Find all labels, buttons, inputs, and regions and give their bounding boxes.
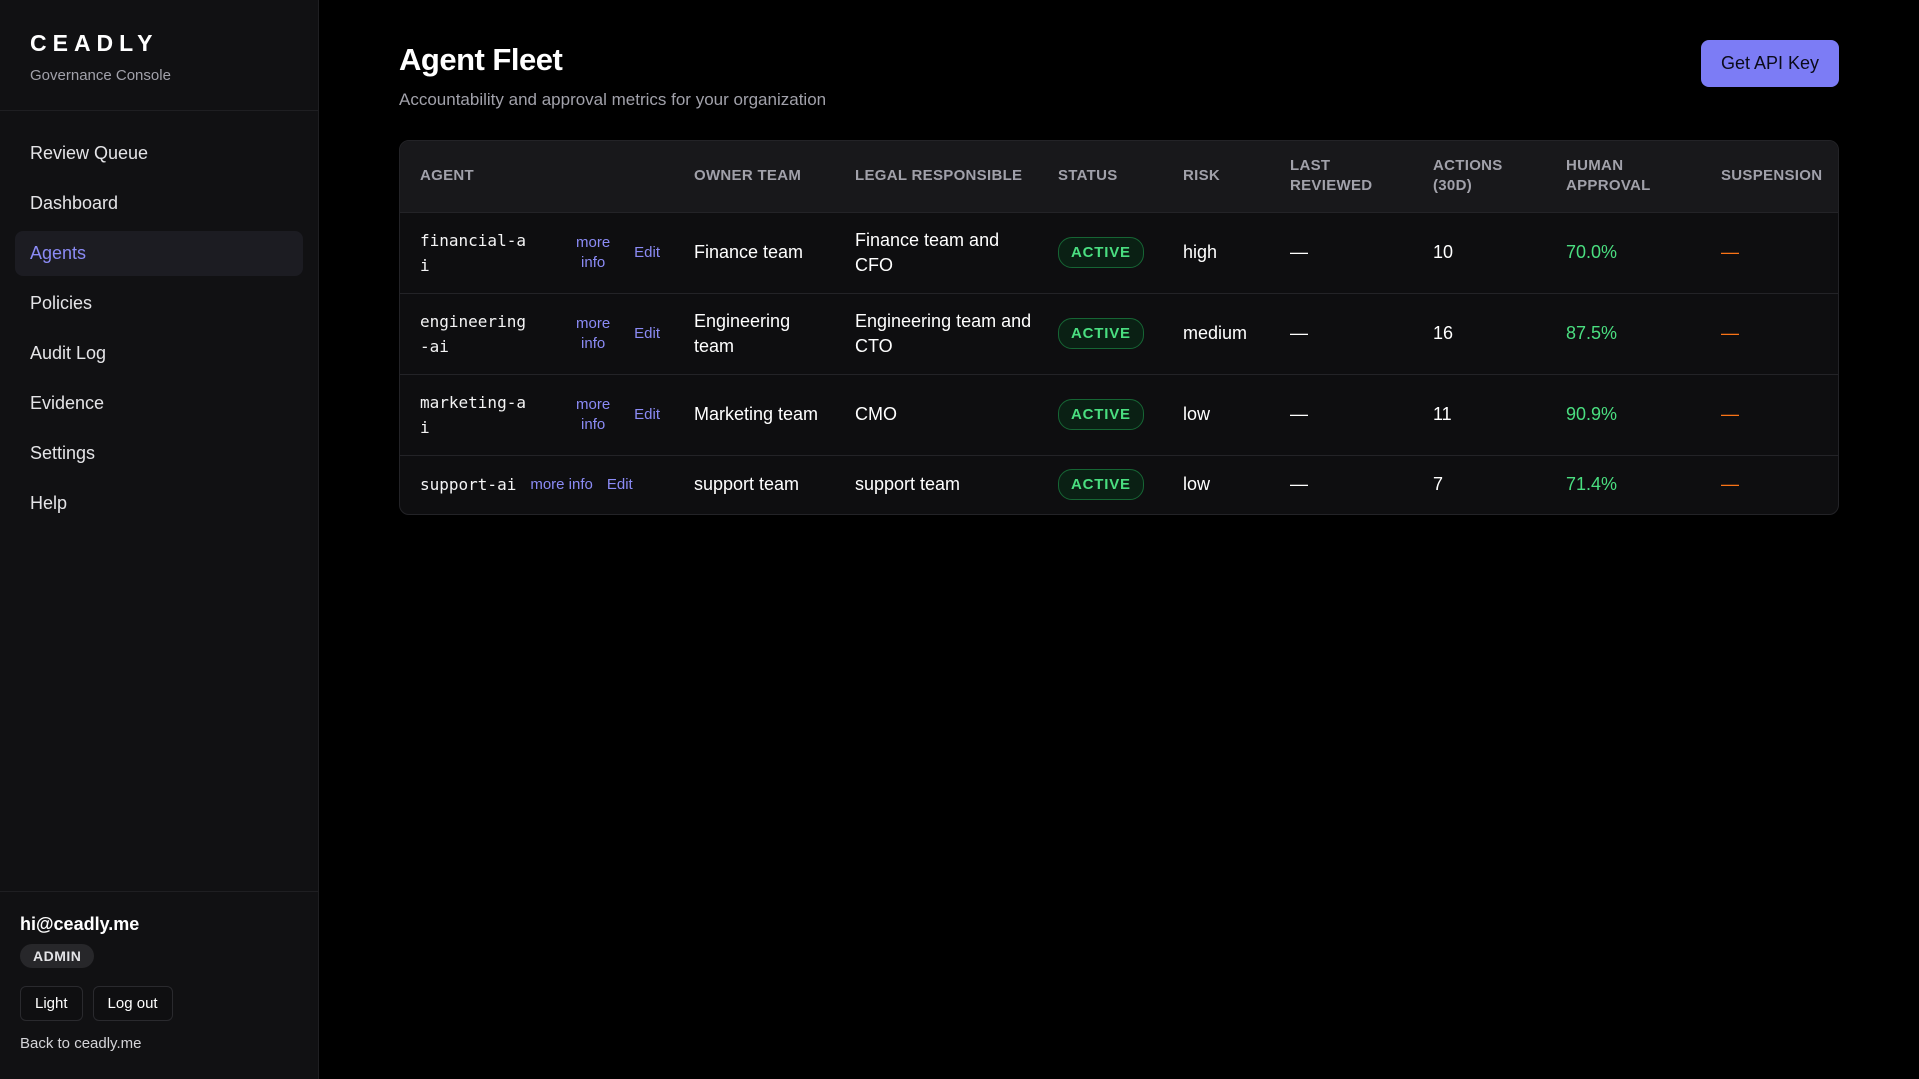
status-cell: ACTIVE (1038, 212, 1163, 293)
last-reviewed-cell: — (1290, 474, 1308, 495)
sidebar-nav: Review Queue Dashboard Agents Policies A… (0, 111, 318, 546)
agent-cell: marketing-ai more info Edit (400, 374, 674, 455)
agents-table-card: AGENT OWNER TEAM LEGAL RESPONSIBLE STATU… (399, 140, 1839, 515)
user-panel: hi@ceadly.me ADMIN Light Log out Back to… (0, 891, 318, 1079)
table-row: support-ai more info Edit support team s… (400, 455, 1838, 514)
sidebar-item-audit-log[interactable]: Audit Log (15, 331, 303, 376)
page-heading: Agent Fleet Accountability and approval … (399, 40, 826, 110)
human-approval-cell: 87.5% (1566, 323, 1618, 343)
suspension-cell: — (1721, 474, 1739, 495)
main-content: Agent Fleet Accountability and approval … (319, 0, 1919, 1079)
column-header-suspension[interactable]: SUSPENSION (1701, 141, 1838, 212)
legal-responsible-cell: Finance team and CFO (855, 229, 1000, 275)
column-header-status[interactable]: STATUS (1038, 141, 1163, 212)
table-row: financial-ai more info Edit Finance team… (400, 212, 1838, 293)
agents-table: AGENT OWNER TEAM LEGAL RESPONSIBLE STATU… (400, 141, 1838, 514)
more-info-link[interactable]: more info (530, 475, 593, 495)
status-cell: ACTIVE (1038, 455, 1163, 514)
agent-name: marketing-ai (420, 392, 526, 437)
user-email: hi@ceadly.me (20, 914, 140, 934)
brand: CEADLY Governance Console (0, 0, 318, 111)
owner-team-cell: Finance team (694, 242, 804, 262)
column-header-human-approval[interactable]: HUMAN APPROVAL (1546, 141, 1701, 212)
owner-team-cell: support team (694, 474, 800, 495)
column-header-legal-responsible[interactable]: LEGAL RESPONSIBLE (835, 141, 1038, 212)
back-to-site-link[interactable]: Back to ceadly.me (20, 1035, 298, 1052)
legal-responsible-cell: CMO (855, 404, 897, 424)
get-api-key-button[interactable]: Get API Key (1700, 40, 1839, 87)
sidebar-item-dashboard[interactable]: Dashboard (15, 181, 303, 226)
risk-cell: low (1183, 474, 1211, 495)
column-header-actions[interactable]: ACTIONS (30D) (1413, 141, 1546, 212)
last-reviewed-cell: — (1290, 323, 1308, 343)
user-actions: Light Log out (20, 986, 298, 1021)
sidebar-item-evidence[interactable]: Evidence (15, 381, 303, 426)
column-header-owner-team[interactable]: OWNER TEAM (674, 141, 835, 212)
logout-button[interactable]: Log out (92, 986, 173, 1021)
status-badge: ACTIVE (1058, 237, 1144, 268)
status-cell: ACTIVE (1038, 374, 1163, 455)
suspension-cell: — (1721, 323, 1739, 343)
human-approval-cell: 70.0% (1566, 242, 1618, 262)
column-header-risk[interactable]: RISK (1163, 141, 1270, 212)
risk-cell: low (1183, 404, 1211, 424)
risk-cell: medium (1183, 323, 1248, 343)
last-reviewed-cell: — (1290, 242, 1308, 262)
agent-name: engineering-ai (420, 311, 526, 356)
agent-cell: financial-ai more info Edit (400, 212, 674, 293)
table-row: marketing-ai more info Edit Marketing te… (400, 374, 1838, 455)
status-badge: ACTIVE (1058, 399, 1144, 430)
edit-link[interactable]: Edit (634, 324, 660, 344)
sidebar: CEADLY Governance Console Review Queue D… (0, 0, 319, 1079)
owner-team-cell: Engineering team (694, 310, 791, 356)
actions-cell: 7 (1433, 474, 1444, 495)
agent-name: financial-ai (420, 230, 526, 275)
sidebar-item-policies[interactable]: Policies (15, 281, 303, 326)
legal-responsible-cell: Engineering team and CTO (855, 310, 1032, 356)
table-row: engineering-ai more info Edit Engineerin… (400, 293, 1838, 374)
risk-cell: high (1183, 242, 1218, 262)
table-header-row: AGENT OWNER TEAM LEGAL RESPONSIBLE STATU… (400, 141, 1838, 212)
edit-link[interactable]: Edit (634, 405, 660, 425)
sidebar-item-settings[interactable]: Settings (15, 431, 303, 476)
brand-logo: CEADLY (30, 30, 159, 56)
legal-responsible-cell: support team (855, 474, 961, 495)
theme-toggle-button[interactable]: Light (20, 986, 83, 1021)
status-badge: ACTIVE (1058, 318, 1144, 349)
last-reviewed-cell: — (1290, 404, 1308, 424)
status-badge: ACTIVE (1058, 469, 1144, 501)
more-info-link[interactable]: more info (572, 233, 614, 273)
sidebar-item-help[interactable]: Help (15, 481, 303, 526)
column-header-last-reviewed[interactable]: LAST REVIEWED (1270, 141, 1413, 212)
edit-link[interactable]: Edit (634, 243, 660, 263)
page-subtitle: Accountability and approval metrics for … (399, 90, 827, 109)
page-title: Agent Fleet (399, 42, 563, 77)
more-info-link[interactable]: more info (572, 395, 614, 435)
suspension-cell: — (1721, 404, 1739, 424)
human-approval-cell: 90.9% (1566, 404, 1618, 424)
agent-name: support-ai (420, 475, 517, 495)
role-badge: ADMIN (20, 944, 95, 968)
page-header: Agent Fleet Accountability and approval … (399, 40, 1839, 110)
app-root: CEADLY Governance Console Review Queue D… (0, 0, 1919, 1079)
agent-cell: engineering-ai more info Edit (400, 293, 674, 374)
brand-subtitle: Governance Console (30, 67, 171, 84)
more-info-link[interactable]: more info (572, 314, 614, 354)
sidebar-item-agents[interactable]: Agents (15, 231, 303, 276)
status-cell: ACTIVE (1038, 293, 1163, 374)
actions-cell: 16 (1433, 323, 1454, 343)
actions-cell: 10 (1433, 242, 1454, 262)
owner-team-cell: Marketing team (694, 404, 819, 424)
agent-cell: support-ai more info Edit (400, 455, 674, 514)
column-header-agent[interactable]: AGENT (400, 141, 674, 212)
human-approval-cell: 71.4% (1566, 474, 1618, 495)
edit-link[interactable]: Edit (607, 475, 633, 495)
suspension-cell: — (1721, 242, 1739, 262)
sidebar-item-review-queue[interactable]: Review Queue (15, 131, 303, 176)
actions-cell: 11 (1433, 404, 1452, 424)
